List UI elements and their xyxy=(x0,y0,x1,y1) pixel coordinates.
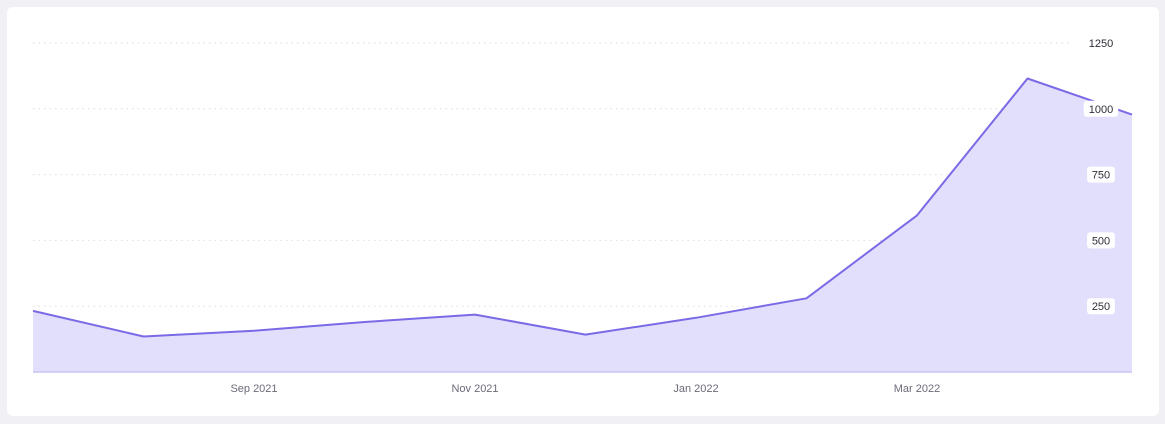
y-tick-500: 500 xyxy=(1087,232,1115,249)
y-tick-1250: 1250 xyxy=(1083,35,1119,51)
x-tick-label-2021-09: Sep 2021 xyxy=(230,383,277,395)
x-tick-label-2022-03: Mar 2022 xyxy=(894,383,940,395)
data-point-2022-01 xyxy=(694,316,698,320)
y-tick-750: 750 xyxy=(1087,166,1115,183)
data-point-2022-03 xyxy=(915,213,919,217)
x-tick-label-2021-11: Nov 2021 xyxy=(451,383,498,395)
area-chart: 250 500 750 1000 1250 Sep 2021 Nov 2021 Jan 20… xyxy=(31,35,1133,395)
data-point-2021-10 xyxy=(363,320,367,324)
y-tick-label: 500 xyxy=(1092,235,1110,247)
data-point-2021-09 xyxy=(252,329,256,333)
y-tick-label: 1250 xyxy=(1089,38,1113,50)
data-point-2021-11 xyxy=(473,313,477,317)
data-point-2021-12 xyxy=(584,333,588,337)
data-point-2021-08 xyxy=(142,334,146,338)
y-tick-label: 250 xyxy=(1092,301,1110,313)
data-point-2022-04 xyxy=(1026,77,1030,81)
y-tick-250: 250 xyxy=(1087,298,1115,315)
y-tick-1000: 1000 xyxy=(1083,100,1119,117)
data-point-2021-07 xyxy=(31,309,35,313)
x-axis-ticks: Sep 2021 Nov 2021 Jan 2022 Mar 2022 xyxy=(230,383,940,395)
area-fill xyxy=(33,78,1132,372)
x-tick-label-2022-01: Jan 2022 xyxy=(673,383,718,395)
y-tick-label: 750 xyxy=(1092,170,1110,182)
y-tick-label: 1000 xyxy=(1089,104,1113,116)
data-point-2022-02 xyxy=(805,296,809,300)
